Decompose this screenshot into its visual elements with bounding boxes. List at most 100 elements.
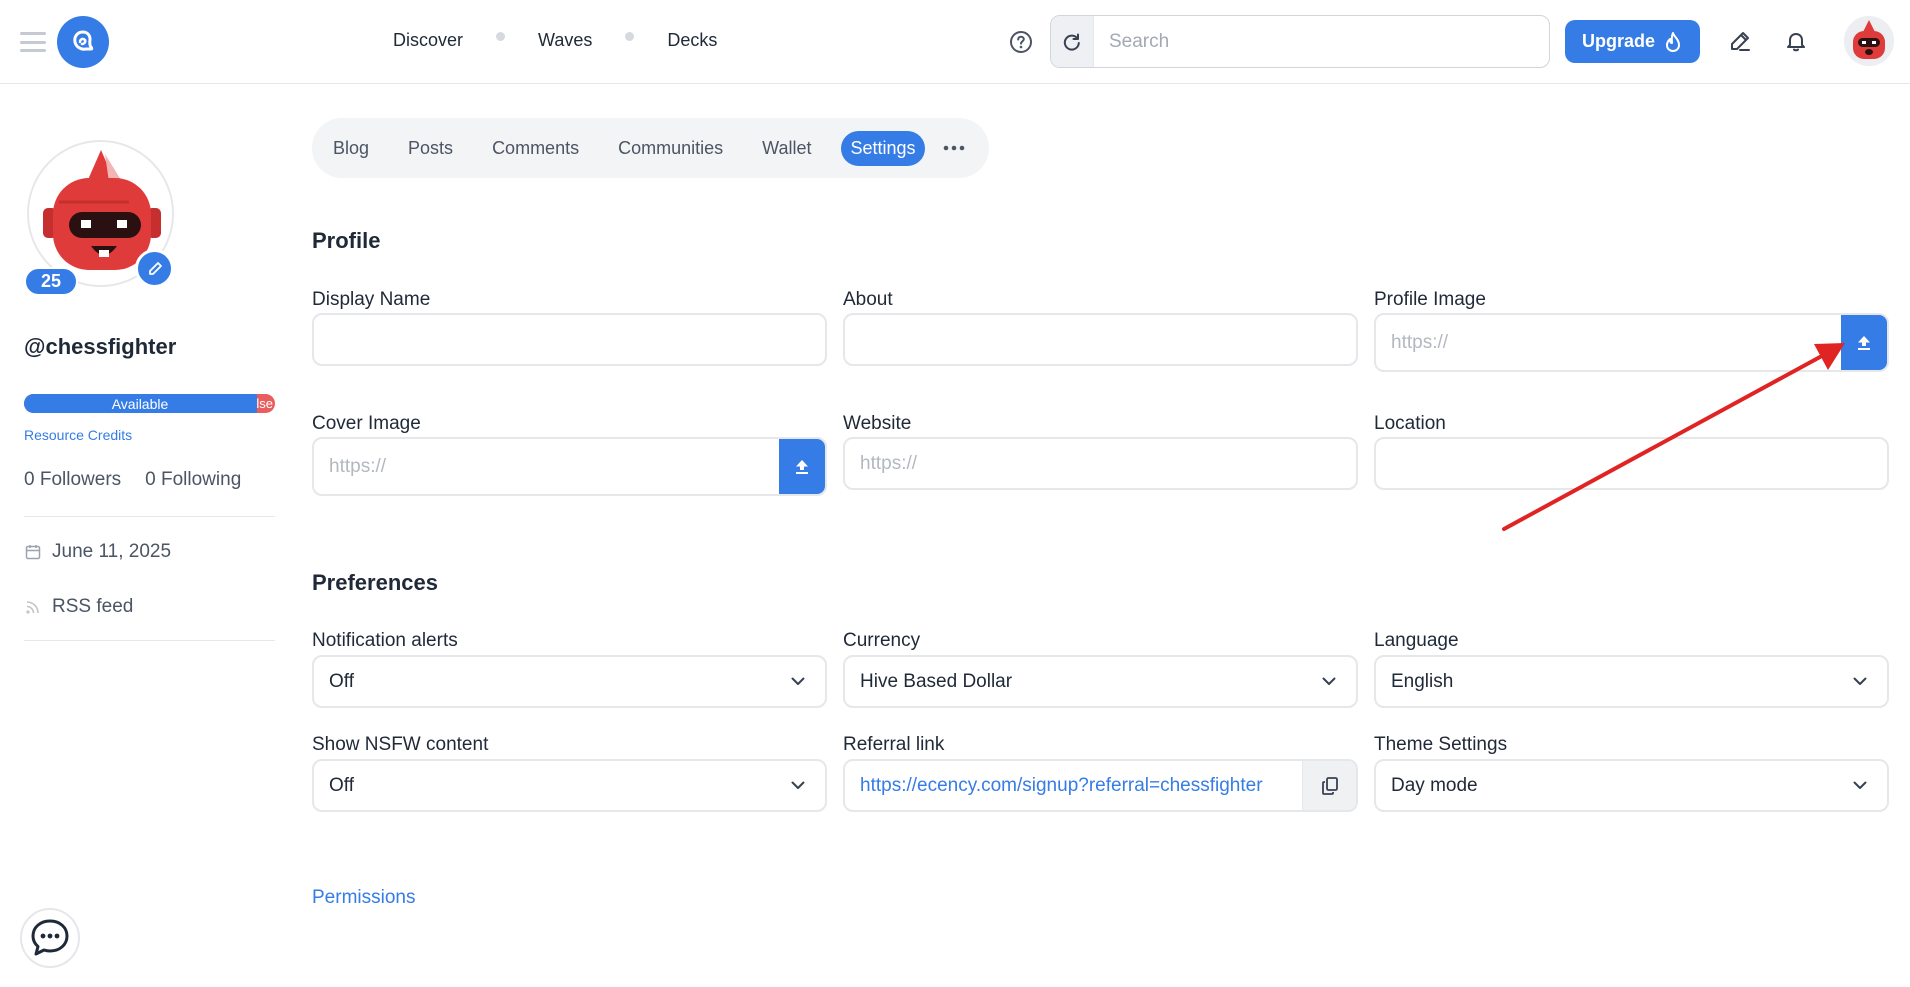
location-label: Location — [1374, 413, 1446, 434]
theme-settings-label: Theme Settings — [1374, 734, 1508, 755]
follow-stats: 0 Followers 0 Following — [24, 469, 241, 491]
resource-credits-link[interactable]: Resource Credits — [24, 427, 132, 443]
write-post-icon[interactable] — [1728, 29, 1752, 53]
referral-link-label: Referral link — [843, 734, 945, 755]
copy-icon — [1321, 776, 1338, 795]
language-select[interactable]: English — [1374, 655, 1889, 708]
chat-button[interactable] — [20, 908, 80, 968]
copy-referral-button[interactable] — [1302, 761, 1356, 810]
profile-image-field — [1374, 313, 1889, 372]
flame-icon — [1666, 31, 1680, 52]
nsfw-label: Show NSFW content — [312, 734, 489, 755]
followers-count[interactable]: 0 Followers — [24, 469, 121, 491]
profile-tabs: Blog Posts Comments Communities Wallet S… — [312, 118, 989, 178]
currency-select[interactable]: Hive Based Dollar — [843, 655, 1358, 708]
top-navbar: Discover Waves Decks Upgrade — [0, 0, 1910, 84]
search-input[interactable] — [1094, 16, 1549, 67]
chevron-down-icon — [791, 677, 805, 685]
nav-waves[interactable]: Waves — [538, 30, 592, 51]
nav-decks[interactable]: Decks — [667, 30, 717, 51]
calendar-icon — [25, 545, 41, 560]
help-icon[interactable] — [1009, 30, 1033, 54]
ecency-logo[interactable] — [57, 16, 109, 68]
main-nav: Discover Waves Decks — [393, 30, 717, 51]
currency-label: Currency — [843, 630, 921, 651]
nsfw-value: Off — [329, 774, 354, 796]
cover-image-input[interactable] — [314, 439, 779, 494]
upgrade-label: Upgrade — [1581, 31, 1655, 51]
edit-avatar-button[interactable] — [135, 249, 174, 288]
search-box — [1050, 15, 1550, 68]
profile-username: @chessfighter — [24, 334, 177, 359]
rc-available-label: Available — [111, 395, 169, 412]
more-tabs-button[interactable] — [937, 131, 971, 165]
notification-alerts-value: Off — [329, 670, 354, 692]
website-input[interactable] — [845, 439, 1356, 488]
reputation-badge: 25 — [24, 267, 78, 296]
profile-image-upload-button[interactable] — [1841, 315, 1887, 370]
cover-image-label: Cover Image — [312, 413, 421, 434]
referral-link-value[interactable]: https://ecency.com/signup?referral=chess… — [845, 775, 1302, 797]
join-date-text: June 11, 2025 — [52, 541, 172, 562]
theme-settings-select[interactable]: Day mode — [1374, 759, 1889, 812]
tab-wallet[interactable]: Wallet — [753, 131, 820, 166]
tab-settings[interactable]: Settings — [841, 130, 925, 166]
nav-separator — [625, 32, 635, 41]
permissions-link[interactable]: Permissions — [312, 887, 415, 909]
nsfw-select[interactable]: Off — [312, 759, 827, 812]
location-input[interactable] — [1376, 439, 1887, 488]
upgrade-button[interactable]: Upgrade — [1565, 20, 1700, 63]
tab-communities[interactable]: Communities — [609, 131, 732, 166]
location-field — [1374, 437, 1889, 490]
tab-comments[interactable]: Comments — [483, 131, 588, 166]
notifications-bell-icon[interactable] — [1784, 29, 1808, 53]
rss-feed-text: RSS feed — [52, 596, 134, 617]
referral-link-field: https://ecency.com/signup?referral=chess… — [843, 759, 1358, 812]
rss-feed-link[interactable]: RSS feed — [24, 596, 133, 618]
upload-icon — [796, 459, 808, 474]
display-name-label: Display Name — [312, 289, 431, 310]
rc-used-label: lse — [256, 396, 273, 411]
logo-icon — [73, 30, 94, 51]
chat-bubble-icon — [31, 919, 69, 956]
website-field — [843, 437, 1358, 490]
preferences-section-title: Preferences — [312, 570, 438, 595]
more-dots-icon — [943, 145, 964, 151]
profile-section-title: Profile — [312, 228, 381, 253]
chevron-down-icon — [1853, 677, 1867, 685]
language-label: Language — [1374, 630, 1459, 651]
about-label: About — [843, 289, 893, 310]
nav-discover[interactable]: Discover — [393, 30, 463, 51]
divider — [24, 516, 275, 517]
cover-image-upload-button[interactable] — [779, 439, 825, 494]
upload-icon — [1858, 335, 1870, 350]
chevron-down-icon — [791, 781, 805, 789]
display-name-input[interactable] — [314, 315, 825, 364]
chevron-down-icon — [1853, 781, 1867, 789]
user-avatar[interactable] — [1844, 16, 1894, 66]
display-name-field — [312, 313, 827, 366]
cover-image-field — [312, 437, 827, 496]
refresh-icon — [1063, 33, 1080, 51]
following-count[interactable]: 0 Following — [145, 469, 241, 491]
tab-posts[interactable]: Posts — [399, 131, 462, 166]
join-date: June 11, 2025 — [24, 541, 171, 563]
resource-credits-bar[interactable]: Available lse — [24, 394, 275, 413]
robot-avatar-icon — [1844, 16, 1894, 66]
profile-image-label: Profile Image — [1374, 289, 1486, 310]
menu-icon[interactable] — [20, 32, 46, 52]
theme-settings-value: Day mode — [1391, 774, 1478, 796]
tab-blog[interactable]: Blog — [324, 131, 378, 166]
profile-image-input[interactable] — [1376, 315, 1841, 370]
about-input[interactable] — [845, 315, 1356, 364]
search-refresh-button[interactable] — [1051, 16, 1094, 67]
divider — [24, 640, 275, 641]
about-field — [843, 313, 1358, 366]
notification-alerts-select[interactable]: Off — [312, 655, 827, 708]
nav-separator — [496, 32, 506, 41]
rss-icon — [26, 601, 39, 614]
notification-alerts-label: Notification alerts — [312, 630, 458, 651]
language-value: English — [1391, 670, 1454, 692]
website-label: Website — [843, 413, 912, 434]
pencil-icon — [148, 261, 162, 275]
